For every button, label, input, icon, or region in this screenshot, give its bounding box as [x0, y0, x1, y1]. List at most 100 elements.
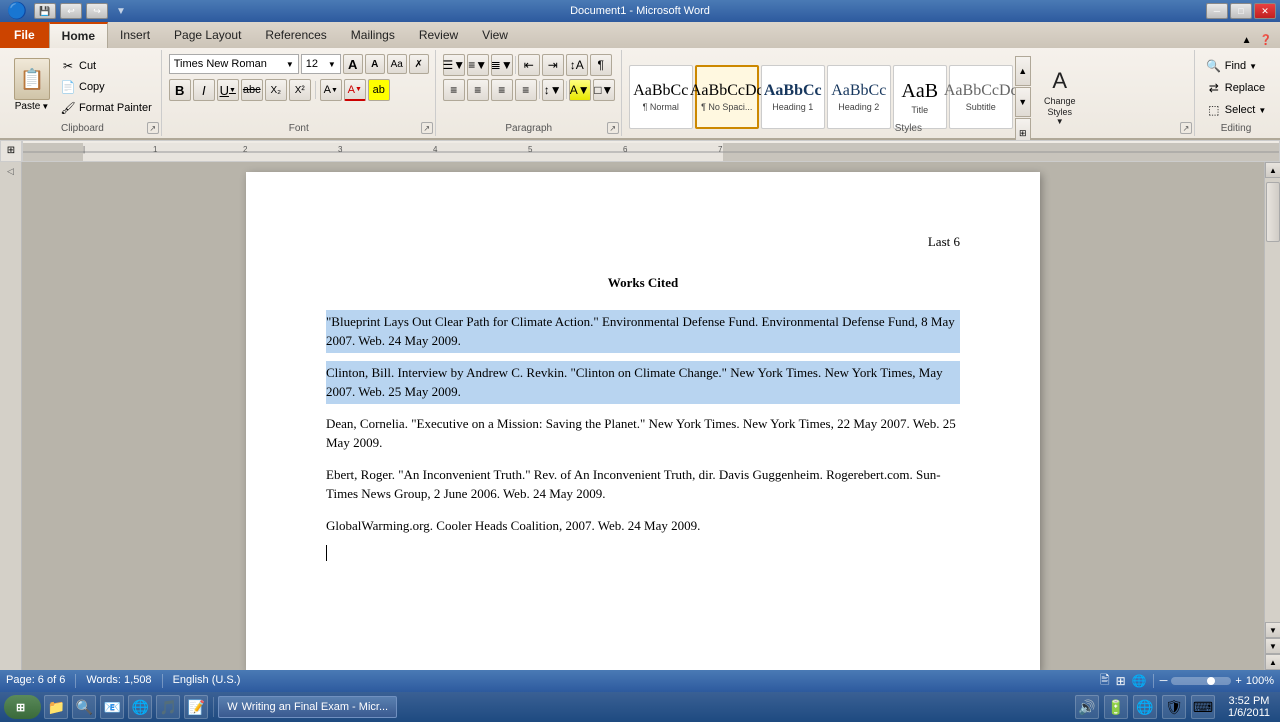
increase-indent-btn[interactable]: ⇥	[542, 54, 564, 76]
font-size-input[interactable]: 12 ▼	[301, 54, 341, 74]
font-name-input[interactable]: Times New Roman ▼	[169, 54, 299, 74]
zoom-slider[interactable]	[1171, 677, 1231, 685]
citation-4[interactable]: Ebert, Roger. "An Inconvenient Truth." R…	[326, 463, 960, 506]
undo-quick-btn[interactable]: ↩	[60, 3, 82, 19]
taskbar-icon-2[interactable]: 🔍	[72, 695, 96, 719]
font-dialog-btn[interactable]: ↗	[421, 122, 433, 134]
word-icon[interactable]: 🔵	[5, 0, 29, 23]
document-scroll-area[interactable]: Last 6 Works Cited "Blueprint Lays Out C…	[22, 162, 1264, 670]
tab-home[interactable]: Home	[49, 22, 108, 48]
tab-page-layout[interactable]: Page Layout	[162, 22, 253, 48]
highlight-btn[interactable]: A▼	[320, 79, 342, 101]
taskbar-icon-1[interactable]: 📁	[44, 695, 68, 719]
subscript-button[interactable]: X₂	[265, 79, 287, 101]
style-title[interactable]: AaB Title	[893, 65, 947, 129]
redo-quick-btn[interactable]: ↪	[86, 3, 108, 19]
replace-button[interactable]: ⇄ Replace	[1203, 78, 1270, 98]
taskbar-icon-3[interactable]: 📧	[100, 695, 124, 719]
text-highlight-btn[interactable]: ab	[368, 79, 390, 101]
strikethrough-button[interactable]: abc	[241, 79, 263, 101]
find-button[interactable]: 🔍 Find ▼	[1203, 56, 1270, 76]
multilevel-btn[interactable]: ≣▼	[491, 54, 513, 76]
citation-2[interactable]: Clinton, Bill. Interview by Andrew C. Re…	[326, 361, 960, 404]
find-arrow[interactable]: ▼	[1249, 62, 1257, 71]
citation-5[interactable]: GlobalWarming.org. Cooler Heads Coalitio…	[326, 514, 960, 538]
citation-3[interactable]: Dean, Cornelia. "Executive on a Mission:…	[326, 412, 960, 455]
style-heading2[interactable]: AaBbCc Heading 2	[827, 65, 891, 129]
tray-icon-3[interactable]: 🌐	[1133, 695, 1157, 719]
styles-scroll-down[interactable]: ▼	[1015, 87, 1031, 117]
select-button[interactable]: ⬚ Select ▼	[1203, 100, 1270, 120]
active-task[interactable]: W Writing an Final Exam - Micr...	[218, 696, 397, 718]
italic-button[interactable]: I	[193, 79, 215, 101]
format-painter-button[interactable]: 🖌 Format Painter	[57, 98, 155, 118]
superscript-button[interactable]: X²	[289, 79, 311, 101]
paragraph-dialog-btn[interactable]: ↗	[607, 122, 619, 134]
scroll-top-page-btn[interactable]: ▲	[1265, 654, 1280, 670]
minimize-btn[interactable]: ─	[1206, 3, 1228, 19]
styles-dialog-btn[interactable]: ↗	[1180, 122, 1192, 134]
zoom-in-btn[interactable]: +	[1235, 675, 1241, 687]
scroll-thumb[interactable]	[1266, 182, 1280, 242]
zoom-thumb[interactable]	[1207, 677, 1215, 685]
line-spacing-btn[interactable]: ↕▼	[542, 79, 564, 101]
style-normal[interactable]: AaBbCc ¶ Normal	[629, 65, 693, 129]
font-name-arrow[interactable]: ▼	[286, 60, 294, 69]
language-indicator[interactable]: English (U.S.)	[173, 674, 241, 688]
cut-button[interactable]: ✂ Cut	[57, 56, 155, 76]
show-marks-btn[interactable]: ¶	[590, 54, 612, 76]
scroll-bottom-page-btn[interactable]: ▼	[1265, 638, 1280, 654]
tray-icon-4[interactable]: 🛡	[1162, 695, 1186, 719]
taskbar-icon-4[interactable]: 🌐	[128, 695, 152, 719]
scroll-up-btn[interactable]: ▲	[1265, 162, 1280, 178]
tab-view[interactable]: View	[470, 22, 520, 48]
maximize-btn[interactable]: □	[1230, 3, 1252, 19]
tab-file[interactable]: File	[0, 22, 49, 48]
font-color-btn[interactable]: A▼	[344, 79, 366, 101]
clipboard-dialog-btn[interactable]: ↗	[147, 122, 159, 134]
sort-btn[interactable]: ↕A	[566, 54, 588, 76]
tray-icon-5[interactable]: ⌨	[1191, 695, 1215, 719]
scroll-track[interactable]	[1265, 178, 1280, 622]
web-layout-btn[interactable]: 🌐	[1132, 674, 1147, 688]
full-screen-btn[interactable]: ⊞	[1116, 674, 1126, 688]
zoom-control[interactable]: ─ + 100%	[1160, 675, 1274, 687]
align-center-btn[interactable]: ≡	[467, 79, 489, 101]
change-case-btn[interactable]: Aa	[387, 54, 407, 74]
zoom-out-btn[interactable]: ─	[1160, 675, 1168, 687]
tab-insert[interactable]: Insert	[108, 22, 162, 48]
justify-btn[interactable]: ≡	[515, 79, 537, 101]
taskbar-icon-6[interactable]: 📝	[184, 695, 208, 719]
clear-format-btn[interactable]: ✗	[409, 54, 429, 74]
left-margin-arrow[interactable]: ◁	[7, 166, 14, 177]
style-subtitle[interactable]: AaBbCcDc Subtitle	[949, 65, 1013, 129]
underline-arrow[interactable]: ▼	[229, 87, 236, 94]
underline-button[interactable]: U▼	[217, 79, 239, 101]
styles-scroll-up[interactable]: ▲	[1015, 56, 1031, 86]
tray-icon-1[interactable]: 🔊	[1075, 695, 1099, 719]
align-right-btn[interactable]: ≡	[491, 79, 513, 101]
bold-button[interactable]: B	[169, 79, 191, 101]
start-button[interactable]: ⊞	[4, 695, 41, 719]
font-size-arrow[interactable]: ▼	[328, 60, 336, 69]
shading-btn[interactable]: A▼	[569, 79, 591, 101]
select-arrow[interactable]: ▼	[1258, 106, 1266, 115]
print-layout-btn[interactable]: 🖹	[1100, 671, 1110, 692]
tab-review[interactable]: Review	[407, 22, 470, 48]
customize-arrow[interactable]: ▼	[116, 6, 126, 17]
style-no-spacing[interactable]: AaBbCcDc ¶ No Spaci...	[695, 65, 759, 129]
close-btn[interactable]: ✕	[1254, 3, 1276, 19]
ruler-toggle-btn[interactable]: ⊞	[0, 140, 22, 162]
decrease-indent-btn[interactable]: ⇤	[518, 54, 540, 76]
tray-icon-2[interactable]: 🔋	[1104, 695, 1128, 719]
save-quick-btn[interactable]: 💾	[34, 3, 56, 19]
align-left-btn[interactable]: ≡	[443, 79, 465, 101]
font-grow-btn[interactable]: A	[343, 54, 363, 74]
copy-button[interactable]: 📄 Copy	[57, 77, 155, 97]
tab-references[interactable]: References	[253, 22, 338, 48]
help-btn[interactable]: ❓	[1256, 33, 1276, 48]
bullets-btn[interactable]: ☰▼	[443, 54, 465, 76]
paste-button[interactable]: 📋 Paste ▼	[10, 56, 54, 114]
clock[interactable]: 3:52 PM 1/6/2011	[1222, 695, 1276, 719]
font-shrink-btn[interactable]: A	[365, 54, 385, 74]
